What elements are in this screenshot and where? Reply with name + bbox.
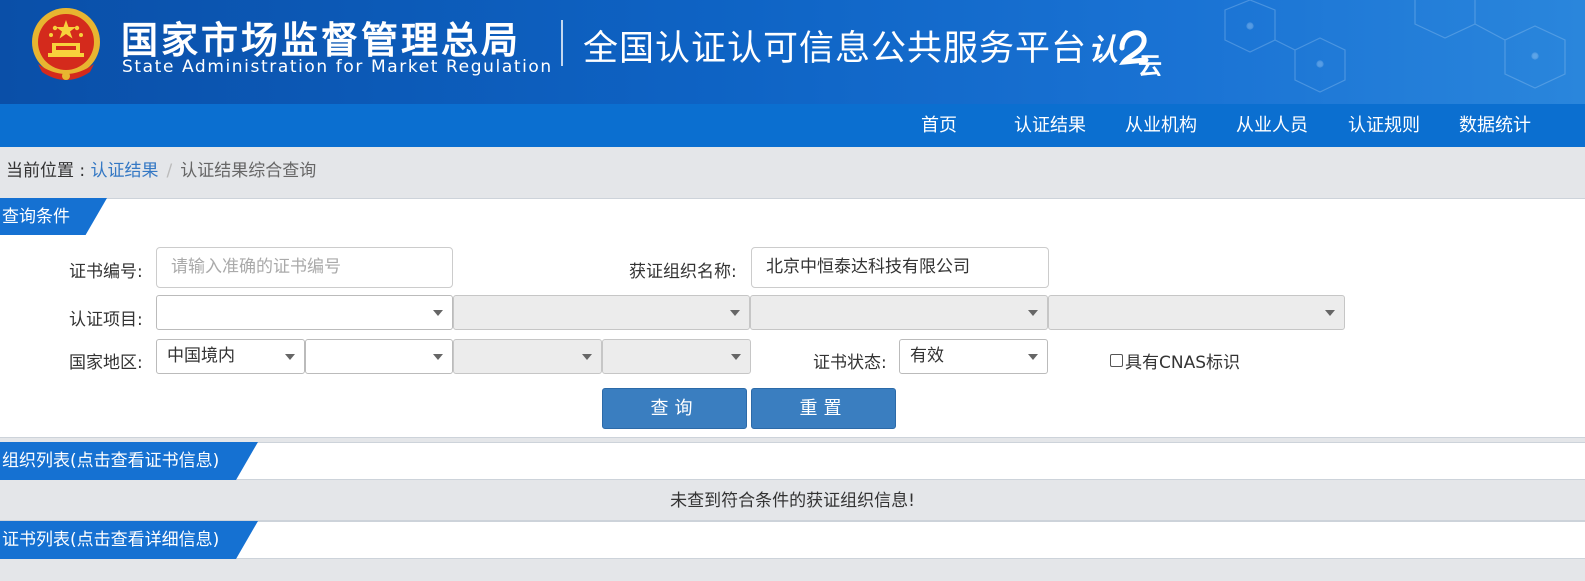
nav-item-institutions[interactable]: 从业机构: [1125, 104, 1197, 147]
nav-item-home[interactable]: 首页: [921, 104, 957, 147]
cert-list-section-title: 证书列表(点击查看详细信息): [0, 521, 258, 559]
status-select[interactable]: 有效: [899, 339, 1048, 374]
cnas-checkbox[interactable]: [1110, 354, 1123, 367]
national-emblem-icon: [32, 8, 100, 80]
project-label: 认证项目:: [69, 310, 143, 330]
agency-name-cn: 国家市场监督管理总局: [121, 19, 521, 62]
site-header: 国家市场监督管理总局 State Administration for Mark…: [0, 0, 1585, 104]
chevron-down-icon: [582, 354, 592, 360]
cert-list-body: [0, 559, 1585, 581]
org-list-section-header: 组织列表(点击查看证书信息): [0, 442, 1585, 480]
logo-glyph-b: 云: [1138, 52, 1162, 76]
org-name-input[interactable]: 北京中恒泰达科技有限公司: [751, 247, 1049, 288]
org-list-empty-message: 未查到符合条件的获证组织信息!: [0, 481, 1585, 521]
breadcrumb-separator: /: [166, 161, 173, 181]
renzheng-cloud-logo-icon: 认 云: [1088, 30, 1162, 76]
breadcrumb-current: 认证结果综合查询: [180, 161, 317, 181]
org-list-section-title: 组织列表(点击查看证书信息): [0, 442, 258, 480]
org-name-label: 获证组织名称:: [629, 262, 737, 282]
cert-no-input[interactable]: 请输入准确的证书编号: [156, 247, 453, 288]
chevron-down-icon: [730, 310, 740, 316]
region-select-country[interactable]: 中国境内: [156, 339, 305, 374]
chevron-down-icon: [285, 354, 295, 360]
query-section-title: 查询条件: [0, 198, 107, 236]
header-divider: [561, 20, 563, 66]
cert-list-section-header: 证书列表(点击查看详细信息): [0, 521, 1585, 559]
cnas-checkbox-label: 具有CNAS标识: [1125, 353, 1241, 373]
chevron-down-icon: [1028, 354, 1038, 360]
platform-title: 全国认证认可信息公共服务平台: [583, 29, 1088, 69]
breadcrumb-link-cert-results[interactable]: 认证结果: [91, 161, 159, 181]
cnas-checkbox-group[interactable]: 具有CNAS标识: [1110, 348, 1240, 373]
project-select-2[interactable]: [453, 295, 750, 330]
agency-name-en: State Administration for Market Regulati…: [122, 57, 553, 77]
chevron-down-icon: [1028, 310, 1038, 316]
chevron-down-icon: [433, 354, 443, 360]
search-button[interactable]: 查询: [602, 388, 747, 429]
chevron-down-icon: [433, 310, 443, 316]
chevron-down-icon: [1325, 310, 1335, 316]
cert-no-label: 证书编号:: [69, 262, 143, 282]
chevron-down-icon: [731, 354, 741, 360]
status-label: 证书状态:: [813, 353, 887, 373]
region-select-district[interactable]: [602, 339, 751, 374]
nav-item-statistics[interactable]: 数据统计: [1459, 104, 1531, 147]
logo-glyph-a: 认: [1088, 33, 1118, 68]
project-select-1[interactable]: [156, 295, 453, 330]
query-section-header: 查询条件: [0, 198, 1585, 236]
reset-button[interactable]: 重置: [751, 388, 896, 429]
region-label: 国家地区:: [69, 353, 143, 373]
hexagon-pattern-icon: [1224, 0, 1566, 93]
breadcrumb-prefix: 当前位置 :: [6, 161, 91, 181]
main-nav: 首页 认证结果 从业机构 从业人员 认证规则 数据统计: [0, 104, 1585, 147]
nav-item-personnel[interactable]: 从业人员: [1236, 104, 1308, 147]
region-select-city[interactable]: [453, 339, 602, 374]
project-select-3[interactable]: [750, 295, 1048, 330]
breadcrumb: 当前位置 : 认证结果 / 认证结果综合查询: [6, 156, 316, 181]
nav-item-rules[interactable]: 认证规则: [1348, 104, 1420, 147]
region-select-province[interactable]: [305, 339, 453, 374]
nav-item-cert-results[interactable]: 认证结果: [1014, 104, 1086, 147]
project-select-4[interactable]: [1048, 295, 1345, 330]
